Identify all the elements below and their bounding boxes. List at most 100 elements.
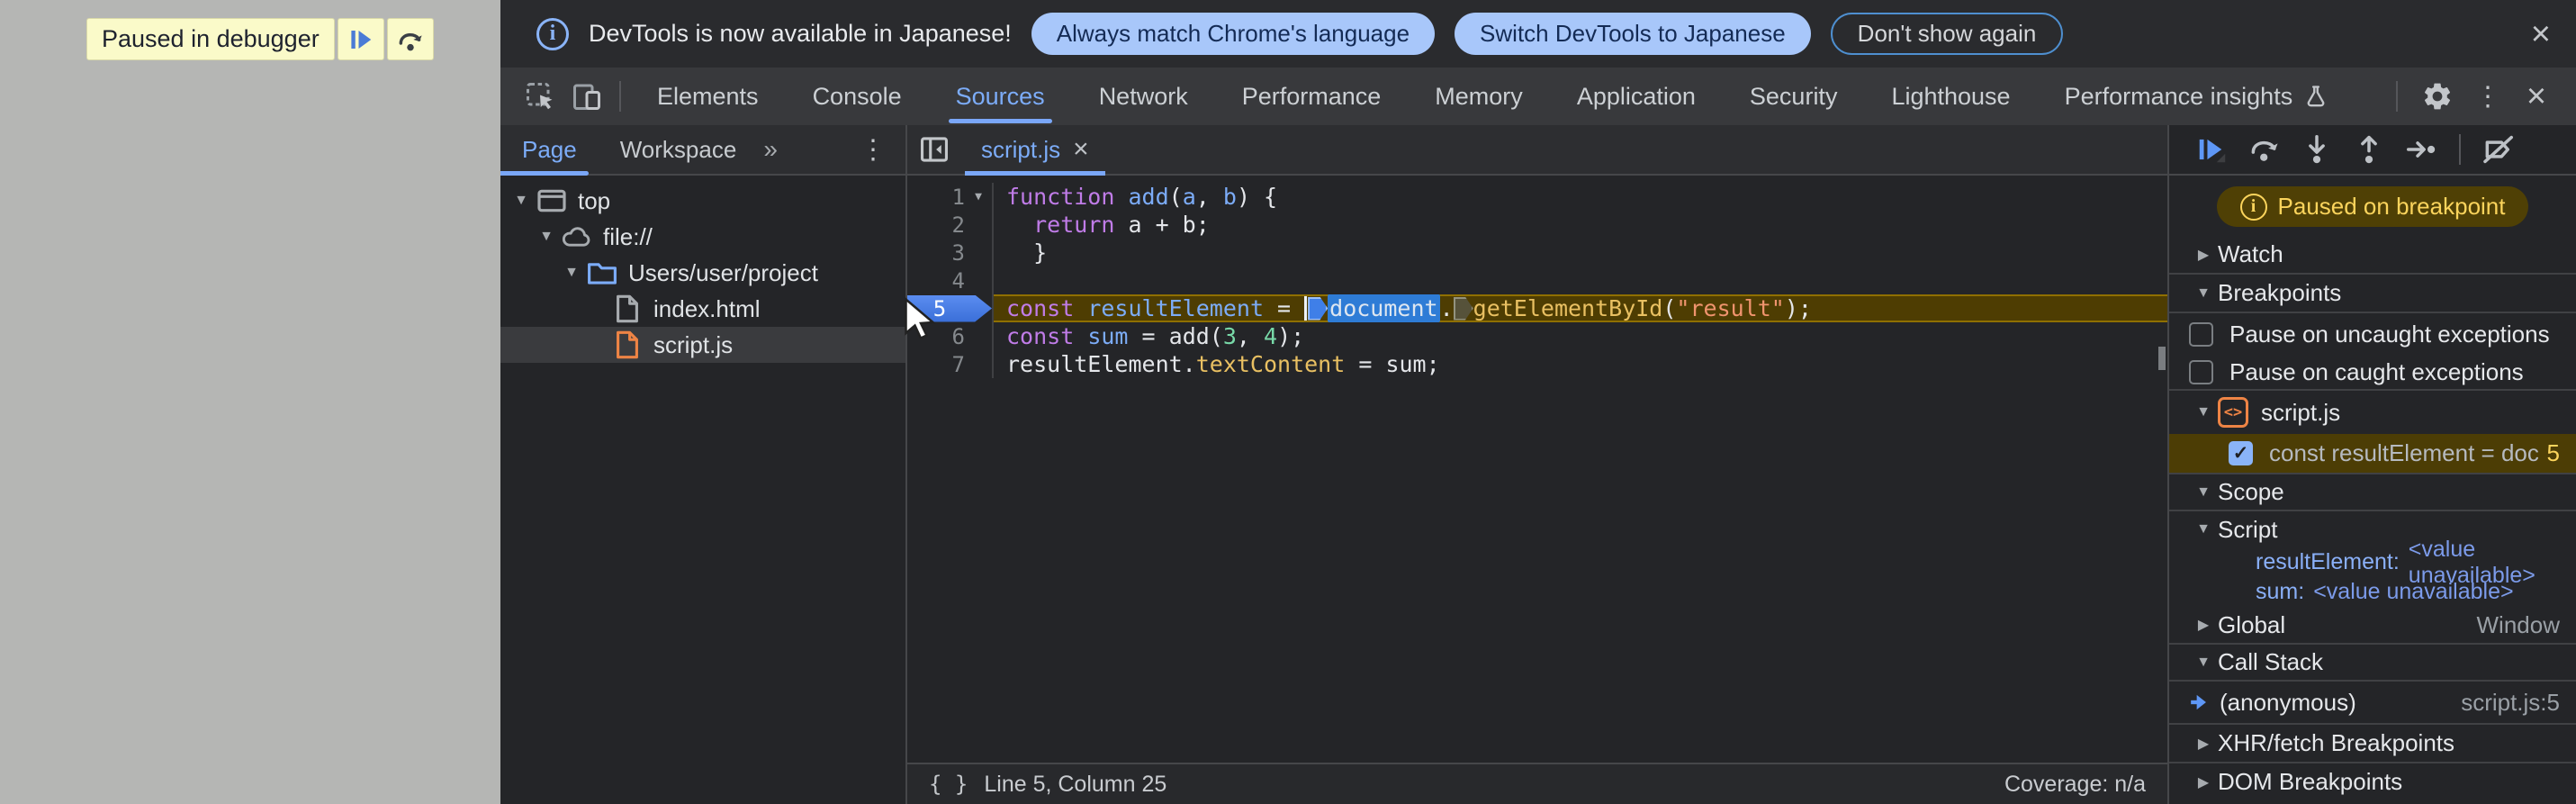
tab-label: Sources (955, 82, 1045, 110)
section-watch[interactable]: ▶ Watch (2169, 236, 2576, 275)
frame-name: (anonymous) (2220, 688, 2356, 716)
section-xhr-breakpoints[interactable]: ▶ XHR/fetch Breakpoints (2169, 723, 2576, 762)
inspect-element-button[interactable] (517, 76, 563, 117)
toolbar-divider (2459, 134, 2461, 165)
scope-variable[interactable]: sum: <value unavailable> (2169, 577, 2576, 607)
toggle-device-toolbar-button[interactable] (563, 76, 610, 117)
tab-network[interactable]: Network (1072, 68, 1215, 125)
collapse-icon[interactable]: ▶ (2189, 735, 2218, 753)
expand-icon[interactable]: ▼ (533, 229, 560, 245)
code-area[interactable]: 1 ▼ function add(a, b) { 2 return a + b;… (907, 176, 2167, 763)
tab-lighthouse[interactable]: Lighthouse (1864, 68, 2037, 125)
collapse-icon[interactable]: ▶ (2189, 616, 2218, 634)
tab-elements[interactable]: Elements (630, 68, 786, 125)
token: } (1006, 239, 1048, 266)
editor-tab-script-js[interactable]: script.js × (961, 125, 1109, 176)
line-number[interactable]: 6 (907, 324, 965, 349)
tab-performance[interactable]: Performance (1215, 68, 1409, 125)
checkbox-checked[interactable]: ✓ (2229, 441, 2253, 465)
collapse-icon[interactable]: ▼ (2189, 285, 2218, 302)
resume-script-button[interactable] (337, 18, 384, 60)
call-stack-frame[interactable]: (anonymous) script.js:5 (2169, 682, 2576, 723)
section-call-stack[interactable]: ▼ Call Stack (2169, 643, 2576, 682)
switch-devtools-japanese-button[interactable]: Switch DevTools to Japanese (1455, 13, 1811, 55)
line-number[interactable]: 7 (907, 352, 965, 377)
breakpoint-entry-row[interactable]: ✓ const resultElement = doc··· 5 (2169, 434, 2576, 473)
step-over-button[interactable] (386, 18, 434, 60)
tab-console[interactable]: Console (786, 68, 929, 125)
tab-application[interactable]: Application (1550, 68, 1723, 125)
expand-icon[interactable]: ▼ (558, 265, 585, 281)
tree-item-file-protocol[interactable]: ▼ file:// (500, 219, 905, 255)
toggle-navigator-icon[interactable] (907, 125, 961, 174)
file-tree: ▼ top ▼ file:// ▼ Users/user/project ind… (500, 176, 905, 363)
more-tabs-icon[interactable]: » (763, 135, 779, 164)
section-scope[interactable]: ▼ Scope (2169, 473, 2576, 511)
infobar-close-icon[interactable]: × (2531, 17, 2551, 51)
scrollbar-highlight-marker[interactable] (2158, 347, 2166, 370)
token: textContent (1195, 351, 1346, 377)
scope-global-group[interactable]: ▶ Global Window (2169, 607, 2576, 643)
tab-workspace[interactable]: Workspace (599, 124, 759, 175)
checkbox-unchecked[interactable] (2189, 321, 2213, 347)
collapse-icon[interactable]: ▼ (2189, 655, 2218, 671)
step-over-button[interactable] (2241, 130, 2288, 169)
token: ( (1209, 323, 1223, 349)
script-file-icon: <> (2218, 397, 2248, 428)
step-icon (2407, 141, 2436, 158)
navigator-menu-icon[interactable]: ⋮ (853, 134, 893, 166)
pretty-print-icon[interactable]: { } (929, 772, 968, 797)
tab-label: Performance (1241, 82, 1382, 110)
resume-button[interactable] (2189, 130, 2236, 169)
tab-page[interactable]: Page (500, 124, 599, 175)
dont-show-again-button[interactable]: Don't show again (1830, 13, 2064, 55)
variable-value: <value unavailable> (2313, 579, 2514, 604)
collapse-icon[interactable]: ▼ (2189, 521, 2218, 538)
tab-label: Elements (657, 82, 759, 110)
step-button[interactable] (2398, 130, 2445, 169)
pause-uncaught-exceptions-row[interactable]: Pause on uncaught exceptions (2169, 313, 2576, 355)
execution-line-badge[interactable]: 5 (907, 294, 992, 322)
tab-label: Application (1576, 82, 1696, 110)
pause-caught-exceptions-row[interactable]: Pause on caught exceptions (2169, 355, 2576, 391)
line-number[interactable]: 2 (907, 212, 965, 238)
web-page-area: Paused in debugger (0, 0, 500, 804)
tree-item-project-folder[interactable]: ▼ Users/user/project (500, 255, 905, 291)
expand-icon[interactable]: ▼ (508, 193, 535, 209)
section-breakpoints[interactable]: ▼ Breakpoints (2169, 275, 2576, 313)
deactivate-breakpoints-button[interactable] (2475, 130, 2522, 169)
collapse-icon[interactable]: ▼ (2189, 404, 2218, 420)
collapse-icon[interactable]: ▶ (2189, 246, 2218, 264)
tab-sources[interactable]: Sources (929, 68, 1072, 125)
breakpoint-file-group[interactable]: ▼ <> script.js (2169, 391, 2576, 434)
tab-security[interactable]: Security (1723, 68, 1865, 125)
inline-step-marker[interactable] (1453, 296, 1473, 321)
tab-performance-insights[interactable]: Performance insights (2038, 68, 2356, 125)
always-match-language-button[interactable]: Always match Chrome's language (1031, 13, 1436, 55)
token: ); (1784, 295, 1812, 321)
inline-step-marker-active[interactable] (1308, 296, 1329, 321)
tree-item-index-html[interactable]: index.html (500, 291, 905, 327)
step-into-button[interactable] (2293, 130, 2340, 169)
tree-item-top[interactable]: ▼ top (500, 183, 905, 219)
close-tab-icon[interactable]: × (1073, 134, 1089, 165)
line-number[interactable]: 3 (907, 240, 965, 266)
section-dom-breakpoints[interactable]: ▶ DOM Breakpoints (2169, 762, 2576, 800)
devtools-close-icon[interactable]: × (2515, 77, 2558, 116)
more-options-icon[interactable]: ⋮ (2468, 81, 2508, 113)
collapse-icon[interactable]: ▼ (2189, 484, 2218, 501)
line-number[interactable]: 1 (907, 185, 965, 210)
tree-item-script-js[interactable]: script.js (500, 327, 905, 363)
step-out-button[interactable] (2346, 130, 2392, 169)
tab-memory[interactable]: Memory (1408, 68, 1550, 125)
line-number[interactable]: 4 (907, 268, 965, 294)
collapse-icon[interactable]: ▶ (2189, 773, 2218, 791)
infobar-message: DevTools is now available in Japanese! (589, 20, 1012, 47)
checkbox-unchecked[interactable] (2189, 359, 2213, 384)
scope-variable[interactable]: resultElement: <value unavailable> (2169, 537, 2576, 588)
language-infobar: i DevTools is now available in Japanese!… (500, 0, 2576, 68)
variable-name: resultElement: (2256, 549, 2400, 574)
settings-button[interactable] (2414, 76, 2461, 117)
fold-arrow-icon[interactable]: ▼ (965, 190, 992, 203)
